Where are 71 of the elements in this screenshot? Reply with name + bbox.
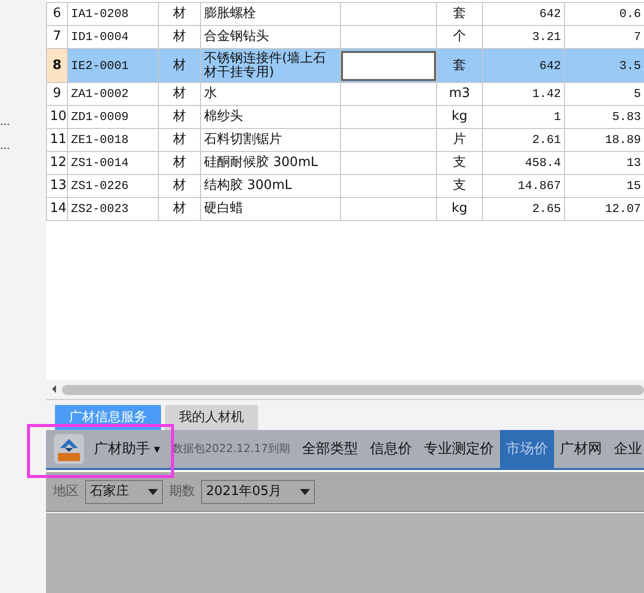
table-cell: 套 [436,2,482,26]
table-cell: 1 [482,106,564,128]
table-cell: 材 [158,128,200,152]
table-cell: 片 [436,128,482,152]
row-number: 12 [46,152,68,174]
tab[interactable]: 我的人材机 [165,405,258,430]
table-cell: 结构胶 300mL [200,174,340,198]
table-cell: ZS1-0226 [68,174,158,198]
table-cell: ZS1-0014 [68,152,158,174]
logo-icon [54,434,84,464]
select-value: 2021年05月 [206,482,282,501]
table-cell: 棉纱头 [200,106,340,128]
table-cell: IA1-0208 [68,2,158,26]
table-cell: kg [436,198,482,220]
table-cell: 材 [158,2,200,26]
table-cell: 支 [436,152,482,174]
nav-tab[interactable]: 专业测定价 [418,430,500,468]
table-cell: ZS2-0023 [68,198,158,220]
table-cell: 1.42 [482,82,564,106]
table-cell: 642 [482,48,564,82]
table-cell: 材 [158,174,200,198]
table-cell: 不锈钢连接件(墙上石材干挂专用) [200,48,340,82]
table-cell: 硅酮耐候胶 300mL [200,152,340,174]
table-cell: IE2-0001 [68,48,158,82]
caret-icon [148,488,158,494]
scrollbar-thumb[interactable] [62,384,644,394]
table-cell: 石料切割锯片 [200,128,340,152]
toolbar-title[interactable]: 广材助手 [94,438,150,460]
select-field[interactable]: 石家庄 [85,480,163,504]
row-number: 14 [46,198,68,220]
table-cell: 3.5 [564,48,644,82]
filter-label: 期数 [169,482,195,501]
table-cell: 材 [158,48,200,82]
table-cell: kg [436,106,482,128]
nav-tab[interactable]: 全部类型 [296,430,364,468]
table-cell: 2.61 [482,128,564,152]
table-cell: 458.4 [482,152,564,174]
table-cell: 14.867 [482,174,564,198]
select-field[interactable]: 2021年05月 [201,480,315,504]
table-cell: m3 [436,82,482,106]
caret-icon[interactable]: ▾ [154,440,160,458]
row-number: 9 [46,82,68,106]
ellipsis-text: … [0,118,10,128]
table-cell: 套 [436,48,482,82]
edit-field[interactable] [342,50,436,80]
table-cell: 硬白蜡 [200,198,340,220]
select-value: 石家庄 [90,482,129,501]
table-cell: 642 [482,2,564,26]
table-cell: 2.65 [482,198,564,220]
table-cell: 膨胀螺栓 [200,2,340,26]
table-cell: 0.6 [564,2,644,26]
ellipsis-text: … [0,142,10,152]
table-cell: ZA1-0002 [68,82,158,106]
table-cell: 水 [200,82,340,106]
table-cell: 材 [158,152,200,174]
filter-label: 地区 [53,482,79,501]
row-number: 6 [46,2,68,26]
row-number: 11 [46,128,68,152]
row-number: 10 [46,106,68,128]
row-number: 13 [46,174,68,198]
table-cell: ZE1-0018 [68,128,158,152]
nav-tab[interactable]: 广材网 [554,430,608,468]
nav-tab[interactable]: 企业 [608,430,644,468]
table-cell: 支 [436,174,482,198]
table-cell: 材 [158,82,200,106]
caret-icon [300,488,310,494]
nav-tab[interactable]: 信息价 [364,430,418,468]
table-cell: ZD1-0009 [68,106,158,128]
table-cell: 材 [158,106,200,128]
row-number: 8 [46,48,68,82]
table-cell: 材 [158,198,200,220]
